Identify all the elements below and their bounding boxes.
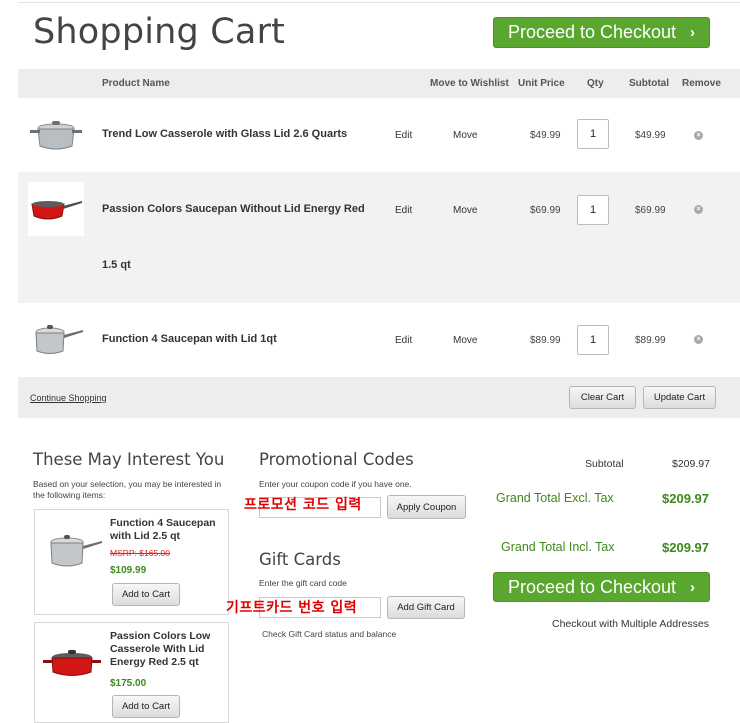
cart-row: Trend Low Casserole with Glass Lid 2.6 Q… (18, 98, 740, 172)
continue-shopping-link[interactable]: Continue Shopping (30, 393, 107, 403)
move-to-wishlist-link[interactable]: Move (453, 130, 477, 141)
chevron-right-icon: › (690, 24, 696, 41)
recommended-product-card: Passion Colors Low Casserole With Lid En… (34, 622, 229, 723)
header-remove: Remove (682, 78, 721, 89)
gift-card-description: Enter the gift card code (259, 578, 347, 588)
checkout-label: Proceed to Checkout (507, 576, 677, 597)
row-subtotal: $69.99 (635, 205, 666, 216)
move-to-wishlist-link[interactable]: Move (453, 205, 477, 216)
promo-description: Enter your coupon code if you have one. (259, 479, 412, 489)
edit-link[interactable]: Edit (395, 130, 412, 141)
subtotal-label: Subtotal (585, 458, 624, 470)
recommended-product-price: $109.99 (110, 565, 147, 576)
unit-price: $69.99 (530, 205, 561, 216)
header-qty: Qty (587, 78, 604, 89)
recommended-product-card: Function 4 Saucepan with Lid 2.5 qt MSRP… (34, 509, 229, 615)
unit-price: $89.99 (530, 335, 561, 346)
gift-card-annotation: 기프트카드 번호 입력 (226, 600, 358, 616)
product-thumbnail[interactable] (28, 194, 84, 224)
cart-actions-bar: Continue Shopping Clear Cart Update Cart (18, 377, 740, 418)
cart-table-header: Product Name Move to Wishlist Unit Price… (18, 69, 740, 98)
clear-cart-button[interactable]: Clear Cart (569, 386, 636, 409)
grand-total-incl-tax-value: $209.97 (662, 540, 709, 555)
edit-link[interactable]: Edit (395, 205, 412, 216)
interest-description: Based on your selection, you may be inte… (33, 479, 222, 500)
gift-cards-title: Gift Cards (259, 550, 341, 569)
edit-link[interactable]: Edit (395, 335, 412, 346)
grand-total-excl-tax-value: $209.97 (662, 491, 709, 506)
gift-card-status-link[interactable]: Check Gift Card status and balance (262, 629, 396, 640)
cart-row: Function 4 Saucepan with Lid 1qt Edit Mo… (18, 303, 740, 377)
header-move-to-wishlist: Move to Wishlist (430, 78, 509, 89)
move-to-wishlist-link[interactable]: Move (453, 335, 477, 346)
remove-icon[interactable]: × (694, 131, 703, 140)
checkout-multiple-addresses-link[interactable]: Checkout with Multiple Addresses (552, 618, 709, 630)
product-thumbnail[interactable] (41, 645, 103, 685)
row-subtotal: $89.99 (635, 335, 666, 346)
subtotal-value: $209.97 (672, 458, 710, 470)
header-product-name: Product Name (102, 78, 170, 89)
recommended-product-name[interactable]: Passion Colors Low Casserole With Lid En… (110, 630, 228, 669)
product-thumbnail[interactable] (28, 321, 84, 357)
header-subtotal: Subtotal (629, 78, 669, 89)
product-name-link[interactable]: Passion Colors Saucepan Without Lid Ener… (102, 203, 365, 215)
promo-title: Promotional Codes (259, 450, 414, 469)
page-title: Shopping Cart (33, 12, 286, 52)
add-gift-card-button[interactable]: Add Gift Card (387, 596, 465, 619)
qty-input[interactable]: 1 (577, 119, 609, 149)
qty-input[interactable]: 1 (577, 325, 609, 355)
top-divider (18, 2, 740, 3)
product-name-link[interactable]: Trend Low Casserole with Glass Lid 2.6 Q… (102, 128, 347, 140)
recommended-product-price: $175.00 (110, 678, 147, 689)
checkout-label: Proceed to Checkout (507, 22, 677, 42)
unit-price: $49.99 (530, 130, 561, 141)
cart-row: Passion Colors Saucepan Without Lid Ener… (18, 172, 740, 303)
chevron-right-icon: › (690, 578, 696, 596)
qty-input[interactable]: 1 (577, 195, 609, 225)
add-to-cart-button[interactable]: Add to Cart (112, 695, 180, 718)
grand-total-incl-tax-label: Grand Total Incl. Tax (501, 540, 615, 554)
product-name-line2[interactable]: 1.5 qt (102, 259, 131, 271)
row-subtotal: $49.99 (635, 130, 666, 141)
interest-title: These May Interest You (33, 450, 225, 469)
proceed-to-checkout-button-bottom[interactable]: Proceed to Checkout › (493, 572, 710, 602)
proceed-to-checkout-button-top[interactable]: Proceed to Checkout › (493, 17, 710, 48)
header-unit-price: Unit Price (518, 78, 565, 89)
product-name-link[interactable]: Function 4 Saucepan with Lid 1qt (102, 333, 277, 345)
product-thumbnail-frame (28, 182, 84, 236)
product-thumbnail[interactable] (41, 532, 103, 572)
promo-annotation: 프로모션 코드 입력 (244, 497, 362, 513)
apply-coupon-button[interactable]: Apply Coupon (387, 495, 466, 519)
add-to-cart-button[interactable]: Add to Cart (112, 583, 180, 606)
update-cart-button[interactable]: Update Cart (643, 386, 716, 409)
msrp-price: MSRP: $165.00 (110, 548, 171, 558)
remove-icon[interactable]: × (694, 205, 703, 214)
remove-icon[interactable]: × (694, 335, 703, 344)
product-thumbnail[interactable] (28, 118, 84, 152)
grand-total-excl-tax-label: Grand Total Excl. Tax (496, 491, 614, 505)
recommended-product-name[interactable]: Function 4 Saucepan with Lid 2.5 qt (110, 517, 228, 543)
